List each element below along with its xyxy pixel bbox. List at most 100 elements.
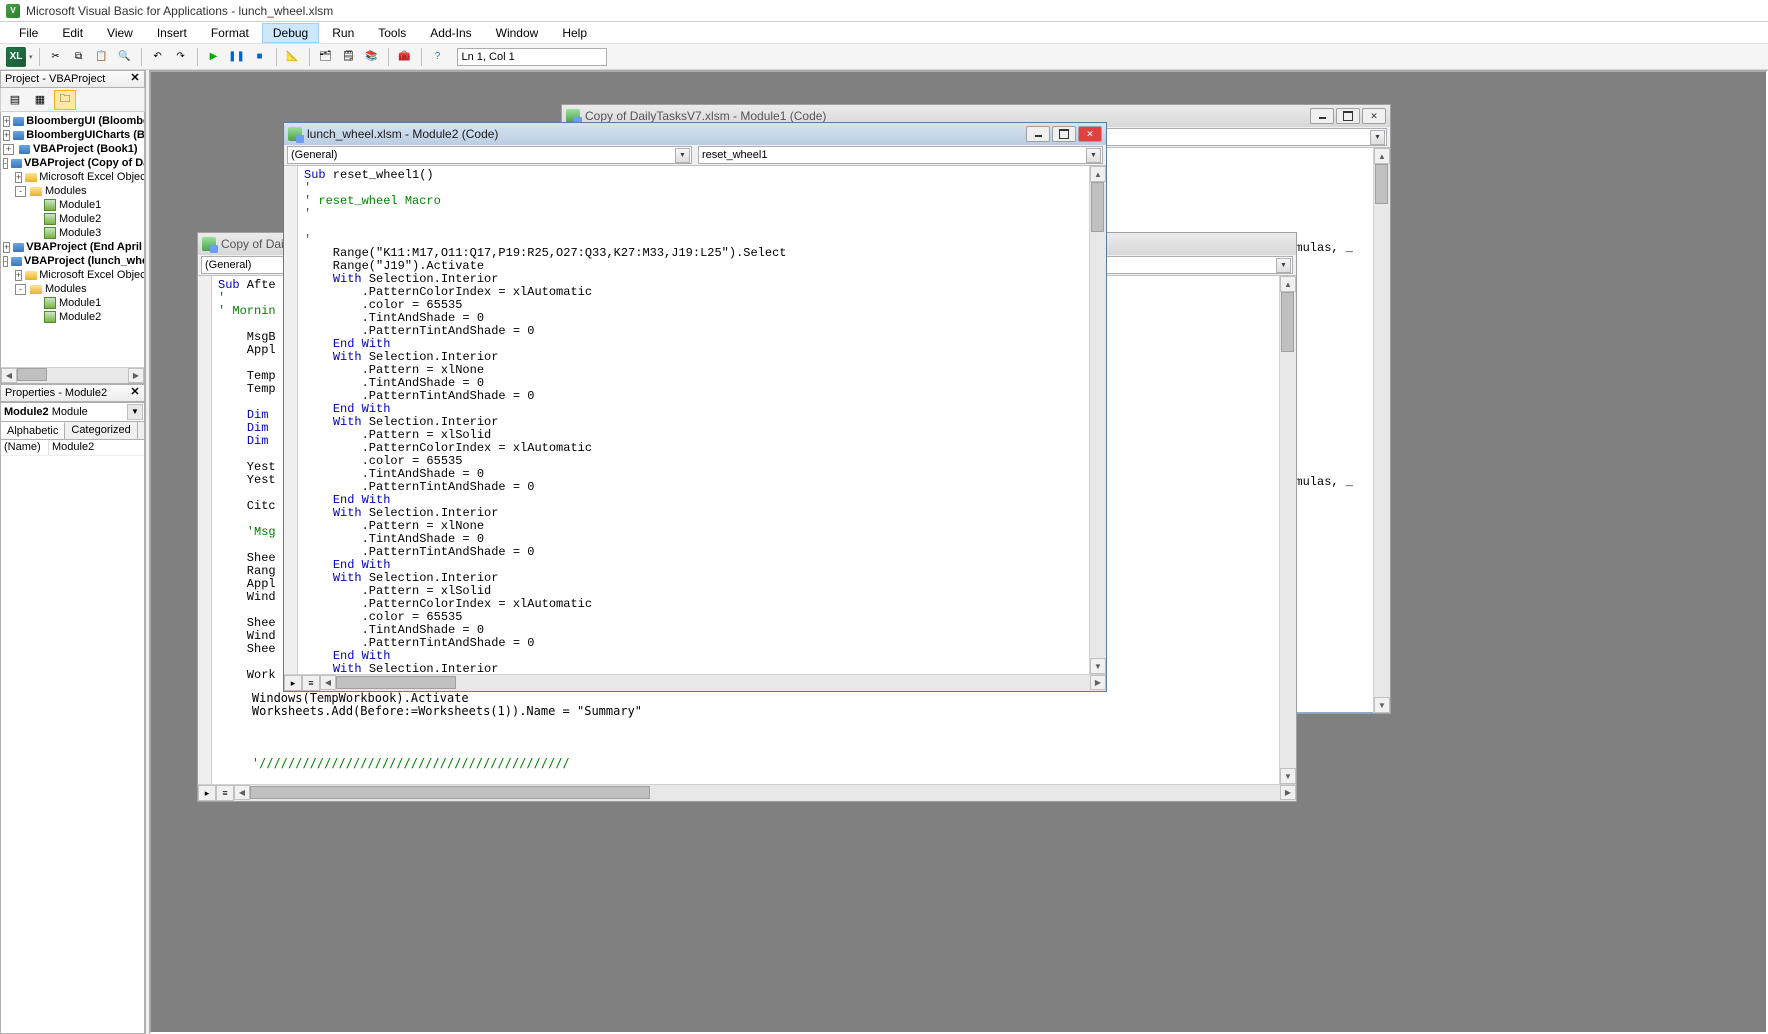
tree-node[interactable]: + Microsoft Excel Objects <box>1 268 144 282</box>
close-properties-panel-icon[interactable]: ✕ <box>128 386 142 400</box>
tree-node[interactable]: +BloombergUI (Bloomberg <box>1 114 144 128</box>
tree-node[interactable]: Module1 <box>1 296 144 310</box>
menu-insert[interactable]: Insert <box>146 23 198 43</box>
app-title: Microsoft Visual Basic for Applications … <box>26 4 333 18</box>
property-row[interactable]: (Name)Module2 <box>1 440 144 456</box>
menu-tools[interactable]: Tools <box>367 23 417 43</box>
menu-help[interactable]: Help <box>551 23 598 43</box>
reset-icon[interactable]: ■ <box>250 47 270 67</box>
object-combo[interactable]: (General) ▼ <box>287 146 692 164</box>
tree-toggle-icon[interactable]: - <box>3 158 8 169</box>
project-tree-hscroll[interactable]: ◀ ▶ <box>1 367 144 383</box>
close-project-panel-icon[interactable]: ✕ <box>128 72 142 86</box>
tree-node[interactable]: -Modules <box>1 282 144 296</box>
tree-label: Module1 <box>59 199 101 211</box>
window-titlebar[interactable]: lunch_wheel.xlsm - Module2 (Code) <box>284 123 1106 145</box>
tree-toggle-icon[interactable]: - <box>15 186 26 197</box>
tree-label: VBAProject (Book1) <box>33 143 138 155</box>
tree-node[interactable]: Module2 <box>1 310 144 324</box>
scroll-right-icon[interactable]: ▶ <box>128 368 144 383</box>
maximize-icon[interactable] <box>1052 126 1076 142</box>
combo-arrow-icon[interactable]: ▼ <box>127 404 143 420</box>
scroll-left-icon[interactable]: ◀ <box>1 368 17 383</box>
menu-window[interactable]: Window <box>485 23 550 43</box>
paste-icon[interactable]: 📋 <box>92 47 112 67</box>
tree-toggle-icon[interactable]: + <box>3 242 10 253</box>
full-module-view-icon[interactable]: ≡ <box>216 785 234 801</box>
proj-icon <box>11 255 22 267</box>
full-module-view-icon[interactable]: ≡ <box>302 675 320 691</box>
project-explorer-icon[interactable]: 🗂 <box>316 47 336 67</box>
menu-run[interactable]: Run <box>321 23 365 43</box>
tree-node[interactable]: Module3 <box>1 226 144 240</box>
tree-toggle-icon[interactable]: - <box>3 256 8 267</box>
vertical-scrollbar[interactable]: ▲ ▼ <box>1373 148 1390 713</box>
tree-toggle-icon[interactable]: + <box>15 172 22 183</box>
folder-icon <box>29 283 43 295</box>
scroll-left-icon[interactable]: ◀ <box>234 785 250 800</box>
menu-view[interactable]: View <box>96 23 144 43</box>
close-icon[interactable] <box>1362 108 1386 124</box>
menu-debug[interactable]: Debug <box>262 23 319 43</box>
proj-icon <box>13 129 24 141</box>
proj-icon <box>13 115 24 127</box>
procedure-combo[interactable]: reset_wheel1 ▼ <box>698 146 1103 164</box>
procedure-view-icon[interactable]: ▸ <box>198 785 216 801</box>
redo-icon[interactable]: ↷ <box>171 47 191 67</box>
minimize-icon[interactable] <box>1310 108 1334 124</box>
props-tab-categorized[interactable]: Categorized <box>65 422 137 439</box>
run-icon[interactable]: ▶ <box>204 47 224 67</box>
tree-node[interactable]: -VBAProject (lunch_whee <box>1 254 144 268</box>
tree-label: Module3 <box>59 227 101 239</box>
tree-node[interactable]: Module2 <box>1 212 144 226</box>
break-icon[interactable]: ❚❚ <box>227 47 247 67</box>
view-code-icon[interactable]: ▤ <box>4 90 26 110</box>
tree-label: Module2 <box>59 213 101 225</box>
properties-object-combo[interactable]: Module2 Module ▼ <box>0 402 145 422</box>
tree-label: Microsoft Excel Objects <box>39 269 145 281</box>
maximize-icon[interactable] <box>1336 108 1360 124</box>
excel-icon[interactable]: XL <box>6 47 26 67</box>
menu-file[interactable]: File <box>8 23 49 43</box>
find-icon[interactable]: 🔍 <box>115 47 135 67</box>
tree-node[interactable]: Module1 <box>1 198 144 212</box>
tree-node[interactable]: +BloombergUICharts (Blo <box>1 128 144 142</box>
proj-icon <box>13 241 24 253</box>
close-icon[interactable] <box>1078 126 1102 142</box>
help-icon[interactable]: ? <box>428 47 448 67</box>
undo-icon[interactable]: ↶ <box>148 47 168 67</box>
tree-toggle-icon[interactable]: + <box>15 270 22 281</box>
tree-toggle-icon[interactable]: + <box>3 144 14 155</box>
copy-icon[interactable]: ⧉ <box>69 47 89 67</box>
tree-toggle-icon[interactable]: + <box>3 116 10 127</box>
tree-node[interactable]: +Microsoft Excel Objects <box>1 170 144 184</box>
procedure-view-icon[interactable]: ▸ <box>284 675 302 691</box>
menu-add-ins[interactable]: Add-Ins <box>419 23 482 43</box>
code-editor[interactable]: Sub reset_wheel1() ' ' reset_wheel Macro… <box>298 166 1089 674</box>
menu-format[interactable]: Format <box>200 23 260 43</box>
scroll-right-icon[interactable]: ▶ <box>1280 785 1296 800</box>
properties-panel-header: Properties - Module2 ✕ <box>0 384 145 402</box>
minimize-icon[interactable] <box>1026 126 1050 142</box>
object-browser-icon[interactable]: 📚 <box>362 47 382 67</box>
tree-node[interactable]: -VBAProject (Copy of Dai <box>1 156 144 170</box>
toggle-folders-icon[interactable]: 🗀 <box>54 90 76 110</box>
tree-node[interactable]: + VBAProject (Book1) <box>1 142 144 156</box>
props-tab-alphabetic[interactable]: Alphabetic <box>1 422 65 439</box>
design-mode-icon[interactable]: 📐 <box>283 47 303 67</box>
tree-node[interactable]: -Modules <box>1 184 144 198</box>
menu-edit[interactable]: Edit <box>51 23 94 43</box>
tree-toggle-icon[interactable]: - <box>15 284 26 295</box>
tree-node[interactable]: +VBAProject (End April 20 <box>1 240 144 254</box>
vertical-scrollbar[interactable]: ▲ ▼ <box>1279 276 1296 784</box>
toolbox-icon[interactable]: 🧰 <box>395 47 415 67</box>
tree-toggle-icon[interactable]: + <box>3 130 10 141</box>
window-title: Copy of DailyTasksV7.xlsm - Module1 (Cod… <box>585 109 826 123</box>
properties-icon[interactable]: 🗒 <box>339 47 359 67</box>
cut-icon[interactable]: ✂ <box>46 47 66 67</box>
vertical-scrollbar[interactable]: ▲ ▼ <box>1089 166 1106 674</box>
view-object-icon[interactable]: ▦ <box>29 90 51 110</box>
scroll-left-icon[interactable]: ◀ <box>320 675 336 690</box>
project-tree[interactable]: +BloombergUI (Bloomberg+BloombergUIChart… <box>0 112 145 384</box>
scroll-right-icon[interactable]: ▶ <box>1090 675 1106 690</box>
